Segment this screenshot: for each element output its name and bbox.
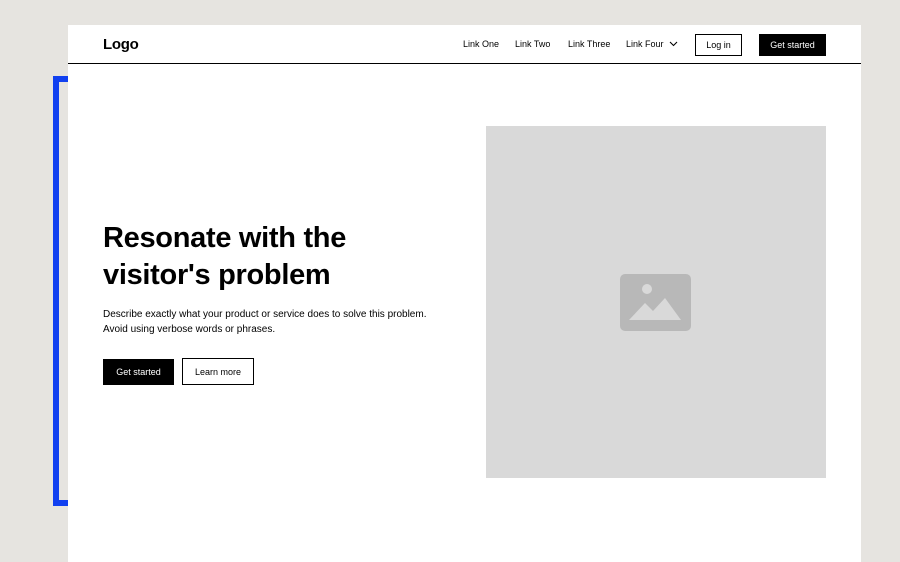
nav-link-four-dropdown[interactable]: Link Four: [626, 39, 678, 49]
nav-get-started-button[interactable]: Get started: [759, 34, 826, 56]
hero-image-placeholder: [486, 126, 826, 478]
learn-more-button[interactable]: Learn more: [182, 358, 254, 385]
nav-link-one[interactable]: Link One: [463, 39, 499, 49]
image-placeholder-icon: [620, 274, 691, 331]
hero-title: Resonate with the visitor's problem: [103, 222, 347, 291]
login-button[interactable]: Log in: [695, 34, 742, 56]
landing-page: Logo Link One Link Two Link Three Link F…: [68, 25, 861, 562]
nav-link-two[interactable]: Link Two: [515, 39, 550, 49]
chevron-down-icon: [669, 41, 678, 46]
nav-link-four-label: Link Four: [626, 39, 664, 49]
navbar: Logo Link One Link Two Link Three Link F…: [68, 25, 861, 64]
hero-get-started-button[interactable]: Get started: [103, 359, 174, 385]
logo[interactable]: Logo: [103, 36, 139, 53]
nav-link-three[interactable]: Link Three: [568, 39, 610, 49]
hero-description: Describe exactly what your product or se…: [103, 309, 427, 335]
